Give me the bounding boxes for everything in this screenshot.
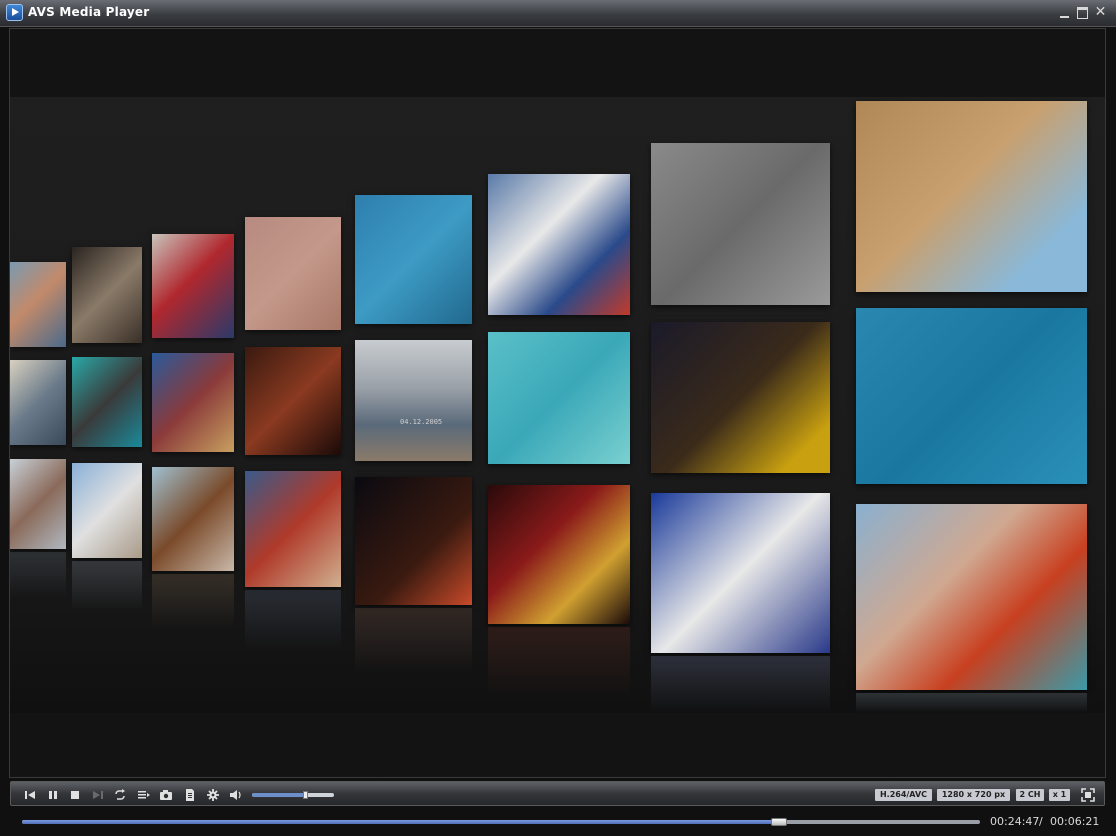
next-button[interactable] <box>91 789 105 801</box>
volume-knob[interactable] <box>303 791 309 799</box>
repeat-button[interactable] <box>113 789 127 801</box>
video-tile <box>856 504 1087 690</box>
video-tile <box>10 459 66 549</box>
video-tile <box>488 485 630 624</box>
close-button[interactable]: ✕ <box>1094 5 1107 19</box>
fullscreen-icon <box>1081 788 1095 802</box>
total-time: 00:06:21 <box>1050 815 1100 828</box>
video-tile <box>72 247 142 343</box>
resolution-badge: 1280 x 720 px <box>937 789 1010 801</box>
seek-knob[interactable] <box>770 818 787 826</box>
snapshot-button[interactable] <box>159 789 173 801</box>
video-tile <box>10 262 66 347</box>
previous-button[interactable] <box>23 789 37 801</box>
maximize-button[interactable] <box>1076 6 1089 19</box>
volume-slider[interactable] <box>252 791 334 799</box>
video-tile <box>245 217 341 330</box>
speaker-icon <box>230 790 241 800</box>
video-tile <box>651 143 830 305</box>
playlist-button[interactable] <box>137 789 151 801</box>
pause-icon <box>49 791 57 799</box>
video-tile <box>856 308 1087 484</box>
video-tile <box>152 353 234 452</box>
control-bar: H.264/AVC 1280 x 720 px 2 CH x 1 <box>10 781 1105 806</box>
video-reflection <box>651 656 830 713</box>
pause-button[interactable] <box>46 789 60 801</box>
settings-button[interactable] <box>206 789 220 801</box>
video-tile <box>245 471 341 587</box>
title-bar: AVS Media Player ✕ <box>0 0 1116 27</box>
video-reflection <box>355 608 472 673</box>
skip-back-icon <box>25 791 35 799</box>
video-tile <box>651 493 830 653</box>
date-watermark: 04.12.2005 <box>400 418 443 426</box>
video-tile <box>245 347 341 455</box>
time-separator: / <box>1039 815 1043 828</box>
skip-forward-icon <box>93 791 103 799</box>
seek-bar[interactable] <box>22 818 980 826</box>
window-title: AVS Media Player <box>28 5 150 19</box>
video-tile <box>72 463 142 558</box>
video-tile <box>355 340 472 461</box>
app-icon <box>6 4 23 21</box>
volume-button[interactable] <box>229 789 243 801</box>
video-reflection <box>10 552 66 597</box>
stop-icon <box>71 791 79 799</box>
video-tile <box>355 195 472 324</box>
video-tile <box>152 234 234 338</box>
video-tile <box>152 467 234 571</box>
video-display[interactable]: 04.12.2005 <box>10 97 1105 713</box>
repeat-icon <box>115 789 125 800</box>
video-tile <box>488 332 630 464</box>
video-tile <box>488 174 630 315</box>
gear-icon <box>207 789 219 801</box>
speed-badge[interactable]: x 1 <box>1049 789 1070 801</box>
video-reflection <box>72 561 142 611</box>
video-reflection <box>152 574 234 629</box>
channels-badge: 2 CH <box>1016 789 1044 801</box>
video-reflection <box>488 627 630 697</box>
stop-button[interactable] <box>68 789 82 801</box>
video-reflection <box>245 590 341 650</box>
codec-badge: H.264/AVC <box>875 789 932 801</box>
video-tile <box>651 322 830 473</box>
video-tile <box>355 477 472 605</box>
minimize-button[interactable] <box>1058 6 1071 19</box>
video-tile <box>856 101 1087 292</box>
seek-progress <box>22 820 779 824</box>
camera-icon <box>160 790 172 800</box>
fullscreen-button[interactable] <box>1081 787 1095 802</box>
document-button[interactable] <box>183 789 197 801</box>
video-tile <box>72 357 142 447</box>
volume-level <box>252 793 306 797</box>
video-reflection <box>856 693 1087 713</box>
video-tile <box>10 360 66 445</box>
playlist-icon <box>138 791 150 799</box>
document-icon <box>186 789 194 801</box>
current-time: 00:24:47 <box>990 815 1040 828</box>
